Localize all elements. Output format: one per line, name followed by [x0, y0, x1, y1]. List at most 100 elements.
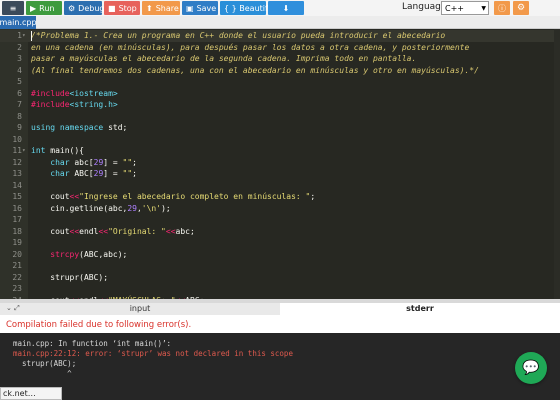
- share-button[interactable]: ⬆ Share: [142, 1, 180, 15]
- debug-icon: ⚙: [68, 3, 76, 13]
- code-token: #include: [31, 100, 70, 109]
- output-panel: Compilation failed due to following erro…: [0, 315, 560, 400]
- tab-input[interactable]: input: [0, 303, 280, 315]
- tab-stderr[interactable]: stderr: [280, 303, 560, 315]
- code-text: pasar a mayúsculas el abecedario de la s…: [31, 53, 416, 65]
- code-token: <<: [165, 226, 176, 236]
- line-number: 13: [12, 169, 22, 178]
- menu-button[interactable]: ≡: [2, 1, 24, 15]
- stop-icon: ■: [108, 3, 116, 13]
- chat-button[interactable]: 💬: [515, 352, 547, 384]
- line-number: 20: [12, 249, 22, 259]
- line-number: 23: [12, 284, 22, 293]
- save-button[interactable]: ▣ Save: [182, 1, 218, 15]
- line-number: 10: [12, 134, 22, 144]
- code-token: "": [122, 157, 133, 167]
- language-select[interactable]: C++ ▼: [441, 1, 489, 15]
- code-text: cout<<"Ingrese el abecedario completo en…: [31, 191, 315, 203]
- code-token: <<: [69, 192, 80, 201]
- code-token: ABC[: [69, 169, 94, 178]
- stop-label: Stop: [118, 3, 137, 13]
- line-number: 19: [12, 238, 22, 247]
- code-text: #include<iostream>: [31, 88, 118, 100]
- save-label: Save: [196, 3, 217, 13]
- code-token: cin.getline(abc,: [31, 203, 128, 213]
- code-token: '\n': [141, 203, 162, 213]
- code-text: int main(){: [31, 145, 84, 157]
- code-text: char ABC[29] = "";: [31, 168, 137, 180]
- code-token: ;: [132, 169, 137, 178]
- info-button[interactable]: ⓘ: [494, 1, 510, 15]
- save-icon: ▣: [186, 3, 194, 13]
- code-token: "Original: ": [108, 226, 166, 236]
- share-label: Share: [155, 3, 179, 13]
- code-line: 8: [0, 111, 560, 123]
- code-text: strcpy(ABC,abc);: [31, 249, 127, 261]
- code-token: <<: [98, 226, 109, 236]
- code-token: using namespace: [31, 123, 104, 132]
- debug-button[interactable]: ⚙ Debug: [64, 1, 104, 15]
- line-number: 14: [12, 180, 22, 190]
- code-text: strupr(ABC);: [31, 272, 108, 284]
- code-token: strcpy: [50, 249, 80, 259]
- code-line: 16 cin.getline(abc,29,'\n');: [0, 203, 560, 215]
- code-token: ;: [310, 192, 316, 201]
- fold-toggle-icon[interactable]: ▾: [22, 30, 28, 42]
- code-token: main(){: [45, 146, 84, 155]
- line-number: 6: [17, 88, 22, 98]
- console-output: main.cpp: In function ‘int main()’: main.…: [0, 333, 560, 400]
- file-tabbar: main.cpp: [0, 16, 560, 29]
- code-token: 29: [127, 203, 137, 213]
- code-line: 18 cout<<endl<<"Original: "<<abc;: [0, 226, 560, 238]
- code-token: abc;: [175, 226, 195, 236]
- run-button[interactable]: ▶ Run: [26, 1, 62, 15]
- console-line: main.cpp: In function ‘int main()’:: [13, 339, 171, 348]
- code-text: using namespace std;: [31, 122, 127, 134]
- line-number: 1: [17, 31, 22, 40]
- code-token: <iostream>: [69, 88, 118, 98]
- code-token: strupr(ABC);: [31, 272, 109, 282]
- tab-stderr-label: stderr: [406, 304, 434, 313]
- code-line: 20 strcpy(ABC,abc);: [0, 249, 560, 261]
- collapse-arrows-icon[interactable]: ⌄ ⤢: [6, 304, 20, 313]
- tab-main-cpp[interactable]: main.cpp: [0, 16, 37, 29]
- code-token: cout: [31, 192, 70, 201]
- line-number: 12: [12, 157, 22, 167]
- code-line: 23: [0, 283, 560, 295]
- console-line: strupr(ABC);: [13, 359, 76, 368]
- code-line: 19: [0, 237, 560, 249]
- editor-scrollbar[interactable]: [554, 29, 560, 299]
- settings-button[interactable]: ⚙: [513, 1, 529, 15]
- toolbar: ≡ ▶ Run ⚙ Debug ■ Stop ⬆ Share ▣ Save { } Bea…: [0, 0, 560, 16]
- beautify-button[interactable]: { } Beautify: [220, 1, 272, 15]
- code-line: 14: [0, 180, 560, 192]
- code-line: 12 char abc[29] = "";: [0, 157, 560, 169]
- line-number: 15: [12, 192, 22, 201]
- code-token: abc[: [69, 157, 94, 167]
- code-line: 13 char ABC[29] = "";: [0, 168, 560, 180]
- code-token: en una cadena (en minúsculas), para desp…: [31, 42, 470, 52]
- chevron-down-icon: ▼: [481, 4, 486, 12]
- code-token: ] =: [103, 169, 123, 178]
- line-number: 16: [12, 203, 22, 213]
- share-icon: ⬆: [146, 3, 153, 13]
- code-token: (ABC,abc);: [79, 249, 128, 259]
- code-editor[interactable]: 1 ▾/*Problema 1.- Crea un programa en C++…: [0, 29, 560, 299]
- code-token: /*Problema 1.- Crea un programa en C++ d…: [31, 31, 446, 40]
- code-token: "Ingrese el abecedario completo en minús…: [79, 192, 311, 201]
- download-button[interactable]: ⬇: [268, 1, 304, 15]
- code-token: char: [50, 169, 70, 178]
- console-text: ^: [13, 369, 72, 378]
- chat-icon: 💬: [522, 360, 540, 376]
- fold-toggle-icon[interactable]: ▾: [22, 145, 28, 157]
- code-token: 29: [93, 157, 104, 167]
- code-token: <string.h>: [69, 100, 118, 109]
- code-text: cin.getline(abc,29,'\n');: [31, 203, 170, 215]
- language-value: C++: [445, 3, 464, 13]
- console-text: main.cpp: In function ‘int main()’:: [13, 339, 172, 348]
- beautify-label: { } Beautify: [224, 3, 273, 13]
- tab-label: main.cpp: [0, 18, 37, 27]
- stop-button[interactable]: ■ Stop: [104, 1, 140, 15]
- tab-input-label: input: [129, 304, 151, 313]
- line-number: 7: [17, 100, 22, 109]
